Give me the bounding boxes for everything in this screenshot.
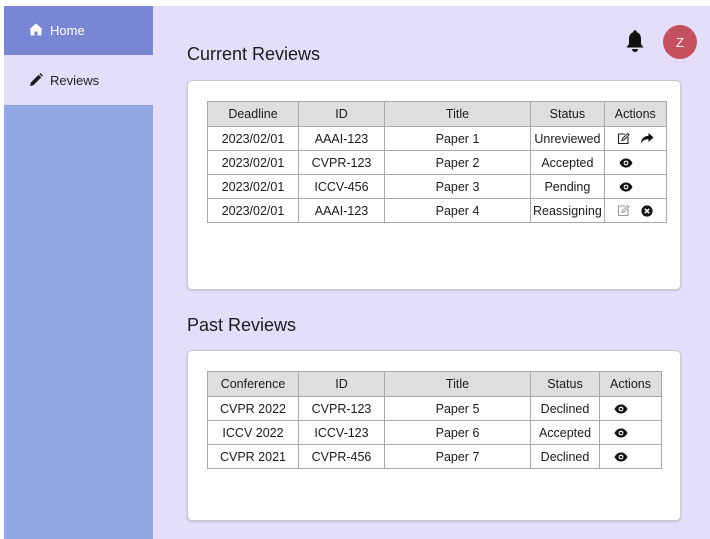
table-row: CVPR 2022 CVPR-123 Paper 5 Declined bbox=[207, 396, 662, 421]
eye-icon[interactable] bbox=[614, 450, 628, 464]
column-header-status: Status bbox=[530, 101, 605, 127]
actions-cell bbox=[599, 444, 662, 469]
actions-cell bbox=[603, 150, 667, 175]
table-row: 2023/02/01 ICCV-456 Paper 3 Pending bbox=[207, 174, 667, 199]
conference-cell: CVPR 2021 bbox=[207, 444, 299, 469]
sidebar-item-label: Reviews bbox=[50, 72, 100, 88]
edit-icon[interactable] bbox=[616, 132, 630, 146]
deadline-cell: 2023/02/01 bbox=[207, 174, 299, 199]
conference-cell: ICCV 2022 bbox=[207, 420, 299, 445]
status-cell: Declined bbox=[530, 396, 600, 421]
id-cell: ICCV-456 bbox=[298, 174, 385, 199]
actions-cell bbox=[599, 396, 662, 421]
column-header-title: Title bbox=[384, 101, 531, 127]
actions-cell bbox=[603, 174, 667, 199]
id-cell: AAAI-123 bbox=[298, 198, 385, 223]
table-row: 2023/02/01 CVPR-123 Paper 2 Accepted bbox=[207, 150, 667, 175]
actions-cell bbox=[603, 126, 667, 151]
deadline-cell: 2023/02/01 bbox=[207, 198, 299, 223]
table-header-row: Deadline ID Title Status Actions bbox=[207, 101, 667, 127]
conference-cell: CVPR 2022 bbox=[207, 396, 299, 421]
past-reviews-title: Past Reviews bbox=[187, 315, 297, 335]
status-cell: Accepted bbox=[530, 150, 605, 175]
eye-icon[interactable] bbox=[619, 180, 633, 194]
column-header-actions: Actions bbox=[599, 371, 662, 397]
home-icon bbox=[28, 22, 44, 38]
table-row: 2023/02/01 AAAI-123 Paper 4 Reassigning bbox=[207, 198, 667, 223]
avatar[interactable]: Z bbox=[663, 25, 697, 59]
status-cell: Reassigning bbox=[530, 198, 605, 223]
title-cell: Paper 2 bbox=[384, 150, 531, 175]
main-content: Z Current Reviews Deadline ID Title Stat… bbox=[153, 6, 710, 539]
eye-icon[interactable] bbox=[614, 402, 628, 416]
title-cell: Paper 4 bbox=[384, 198, 531, 223]
bell-icon[interactable] bbox=[624, 30, 646, 54]
cancel-icon[interactable] bbox=[640, 204, 654, 218]
current-reviews-title: Current Reviews bbox=[187, 44, 321, 64]
id-cell: AAAI-123 bbox=[298, 126, 385, 151]
past-reviews-table: Conference ID Title Status Actions CVPR … bbox=[207, 371, 662, 469]
table-row: ICCV 2022 ICCV-123 Paper 6 Accepted bbox=[207, 420, 662, 445]
current-reviews-table: Deadline ID Title Status Actions 2023/02… bbox=[207, 101, 667, 223]
sidebar-item-reviews[interactable]: Reviews bbox=[4, 55, 153, 105]
column-header-id: ID bbox=[298, 101, 385, 127]
title-cell: Paper 7 bbox=[384, 444, 531, 469]
column-header-status: Status bbox=[530, 371, 600, 397]
column-header-id: ID bbox=[298, 371, 385, 397]
id-cell: ICCV-123 bbox=[298, 420, 385, 445]
sidebar-item-label: Home bbox=[50, 23, 85, 38]
column-header-actions: Actions bbox=[603, 101, 667, 127]
title-cell: Paper 6 bbox=[384, 420, 531, 445]
sidebar-item-home[interactable]: Home bbox=[4, 6, 153, 55]
status-cell: Declined bbox=[530, 444, 600, 469]
past-reviews-card: Conference ID Title Status Actions CVPR … bbox=[187, 350, 681, 521]
deadline-cell: 2023/02/01 bbox=[207, 126, 299, 151]
table-row: CVPR 2021 CVPR-456 Paper 7 Declined bbox=[207, 444, 662, 469]
eye-icon[interactable] bbox=[619, 156, 633, 170]
id-cell: CVPR-123 bbox=[298, 396, 385, 421]
status-cell: Pending bbox=[530, 174, 605, 199]
edit-icon-disabled bbox=[616, 204, 630, 218]
pencil-icon bbox=[28, 72, 44, 88]
actions-cell bbox=[599, 420, 662, 445]
status-cell: Accepted bbox=[530, 420, 600, 445]
title-cell: Paper 3 bbox=[384, 174, 531, 199]
title-cell: Paper 1 bbox=[384, 126, 531, 151]
actions-cell bbox=[603, 198, 667, 223]
deadline-cell: 2023/02/01 bbox=[207, 150, 299, 175]
title-cell: Paper 5 bbox=[384, 396, 531, 421]
id-cell: CVPR-123 bbox=[298, 150, 385, 175]
table-header-row: Conference ID Title Status Actions bbox=[207, 371, 662, 397]
eye-icon[interactable] bbox=[614, 426, 628, 440]
table-row: 2023/02/01 AAAI-123 Paper 1 Unreviewed bbox=[207, 126, 667, 151]
current-reviews-card: Deadline ID Title Status Actions 2023/02… bbox=[187, 80, 681, 290]
forward-icon[interactable] bbox=[640, 132, 654, 146]
column-header-title: Title bbox=[384, 371, 531, 397]
status-cell: Unreviewed bbox=[530, 126, 605, 151]
id-cell: CVPR-456 bbox=[298, 444, 385, 469]
column-header-deadline: Deadline bbox=[207, 101, 299, 127]
column-header-conference: Conference bbox=[207, 371, 299, 397]
sidebar: Home Reviews bbox=[4, 6, 153, 539]
